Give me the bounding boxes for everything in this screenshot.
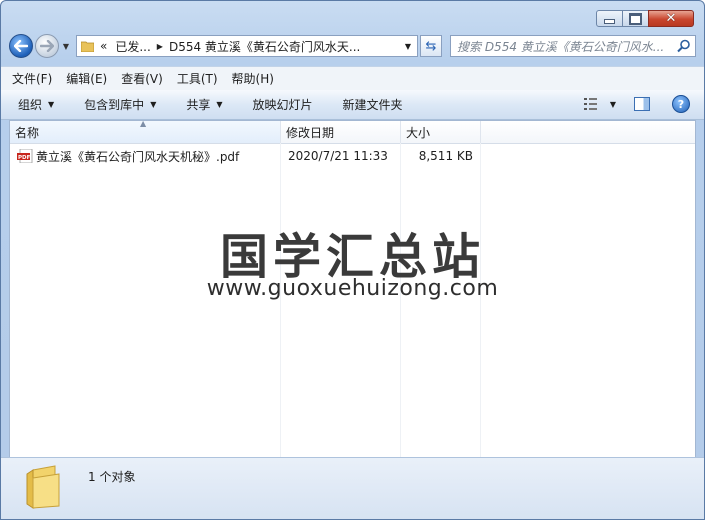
chevron-down-icon: ▼ <box>150 100 157 109</box>
forward-button[interactable] <box>35 34 59 58</box>
breadcrumb-segment-2[interactable]: D554 黄立溪《黄石公奇门风水天... <box>169 38 360 55</box>
watermark-url: www.guoxuehuizong.com <box>206 276 499 301</box>
slideshow-label: 放映幻灯片 <box>252 98 313 112</box>
file-date: 2020/7/21 11:33 <box>288 149 388 163</box>
breadcrumb-overflow[interactable]: « <box>100 39 107 53</box>
pdf-file-icon: PDF <box>17 149 33 163</box>
search-placeholder: 搜索 D554 黄立溪《黄石公奇门风水... <box>457 39 665 54</box>
recent-pages-dropdown[interactable]: ▼ <box>60 42 72 51</box>
column-divider <box>400 143 401 457</box>
close-button[interactable]: ✕ <box>648 10 694 27</box>
new-folder-button[interactable]: 新建文件夹 <box>343 96 403 113</box>
svg-text:PDF: PDF <box>18 155 31 161</box>
close-icon: ✕ <box>665 11 677 26</box>
menu-edit[interactable]: 编辑(E) <box>66 70 107 87</box>
column-divider <box>480 143 481 457</box>
chevron-right-icon[interactable]: ▶ <box>157 42 163 51</box>
organize-label: 组织 <box>18 98 43 112</box>
minimize-icon <box>604 19 615 24</box>
column-divider <box>280 143 281 457</box>
chevron-down-icon: ▼ <box>216 100 223 109</box>
address-bar[interactable]: « 已发... ▶ D554 黄立溪《黄石公奇门风水天... ▼ <box>76 35 418 57</box>
file-name-cell[interactable]: PDF 黄立溪《黄石公奇门风水天机秘》.pdf <box>10 148 281 165</box>
details-pane: 1 个对象 <box>1 457 704 519</box>
maximize-icon <box>629 12 642 25</box>
search-input[interactable]: 搜索 D554 黄立溪《黄石公奇门风水... <box>450 35 696 57</box>
help-button[interactable]: ? <box>672 95 690 113</box>
organize-button[interactable]: 组织 ▼ <box>18 96 54 113</box>
address-dropdown[interactable]: ▼ <box>399 36 417 56</box>
menu-tools[interactable]: 工具(T) <box>177 70 218 87</box>
chevron-down-icon: ▼ <box>48 100 55 109</box>
navigation-bar: ▼ « 已发... ▶ D554 黄立溪《黄石公奇门风水天... ▼ ⇆ 搜索 … <box>9 32 696 60</box>
slideshow-button[interactable]: 放映幻灯片 <box>253 96 313 113</box>
file-name: 黄立溪《黄石公奇门风水天机秘》.pdf <box>36 149 240 164</box>
refresh-icon: ⇆ <box>425 38 437 54</box>
column-size[interactable]: 大小 <box>401 121 481 143</box>
change-view-button[interactable]: ▼ <box>583 97 616 111</box>
explorer-window: ✕ ▼ « 已发... ▶ D554 黄立溪《黄石公奇门风水天... ▼ ⇆ 搜… <box>0 0 705 520</box>
include-in-library-button[interactable]: 包含到库中 ▼ <box>84 96 156 113</box>
refresh-button[interactable]: ⇆ <box>420 35 442 57</box>
caption-buttons: ✕ <box>596 10 694 27</box>
column-name-label: 名称 <box>15 125 40 140</box>
item-count: 1 个对象 <box>88 470 136 484</box>
view-list-icon <box>583 98 597 110</box>
watermark-title: 国学汇总站 <box>219 229 485 285</box>
new-folder-label: 新建文件夹 <box>342 98 403 112</box>
help-icon: ? <box>677 97 685 111</box>
table-row[interactable]: PDF 黄立溪《黄石公奇门风水天机秘》.pdf 2020/7/21 11:33 … <box>10 146 695 166</box>
arrow-left-icon <box>14 40 28 52</box>
column-date[interactable]: 修改日期 <box>281 121 401 143</box>
sort-ascending-icon: ▲ <box>140 120 147 128</box>
command-bar: 组织 ▼ 包含到库中 ▼ 共享 ▼ 放映幻灯片 新建文件夹 ▼ ? <box>1 90 704 120</box>
file-size: 8,511 KB <box>418 149 473 163</box>
column-filler <box>481 121 695 143</box>
menu-file[interactable]: 文件(F) <box>12 70 52 87</box>
search-icon[interactable] <box>677 39 691 53</box>
include-in-library-label: 包含到库中 <box>84 98 145 112</box>
breadcrumb-segment-1[interactable]: 已发... <box>115 38 150 55</box>
menu-help[interactable]: 帮助(H) <box>232 70 274 87</box>
menu-bar: 文件(F) 编辑(E) 查看(V) 工具(T) 帮助(H) <box>1 66 704 91</box>
chevron-down-icon[interactable]: ▼ <box>610 100 616 109</box>
share-button[interactable]: 共享 ▼ <box>186 96 222 113</box>
file-list[interactable]: 名称 ▲ 修改日期 大小 PDF 黄立溪《黄石公奇门风水天机秘》.pdf 202… <box>9 120 696 458</box>
back-button[interactable] <box>9 34 33 58</box>
menu-view[interactable]: 查看(V) <box>121 70 163 87</box>
folder-icon <box>81 41 94 52</box>
column-size-label: 大小 <box>406 125 431 140</box>
column-date-label: 修改日期 <box>286 125 335 140</box>
command-bar-right: ▼ ? <box>583 95 690 113</box>
column-name[interactable]: 名称 ▲ <box>10 121 281 143</box>
column-guides <box>10 143 695 457</box>
maximize-button[interactable] <box>622 10 649 27</box>
preview-pane-button[interactable] <box>634 97 650 111</box>
share-label: 共享 <box>186 98 211 112</box>
column-header: 名称 ▲ 修改日期 大小 <box>10 121 695 144</box>
folder-icon <box>26 465 60 509</box>
minimize-button[interactable] <box>596 10 623 27</box>
arrow-right-icon <box>40 40 54 52</box>
